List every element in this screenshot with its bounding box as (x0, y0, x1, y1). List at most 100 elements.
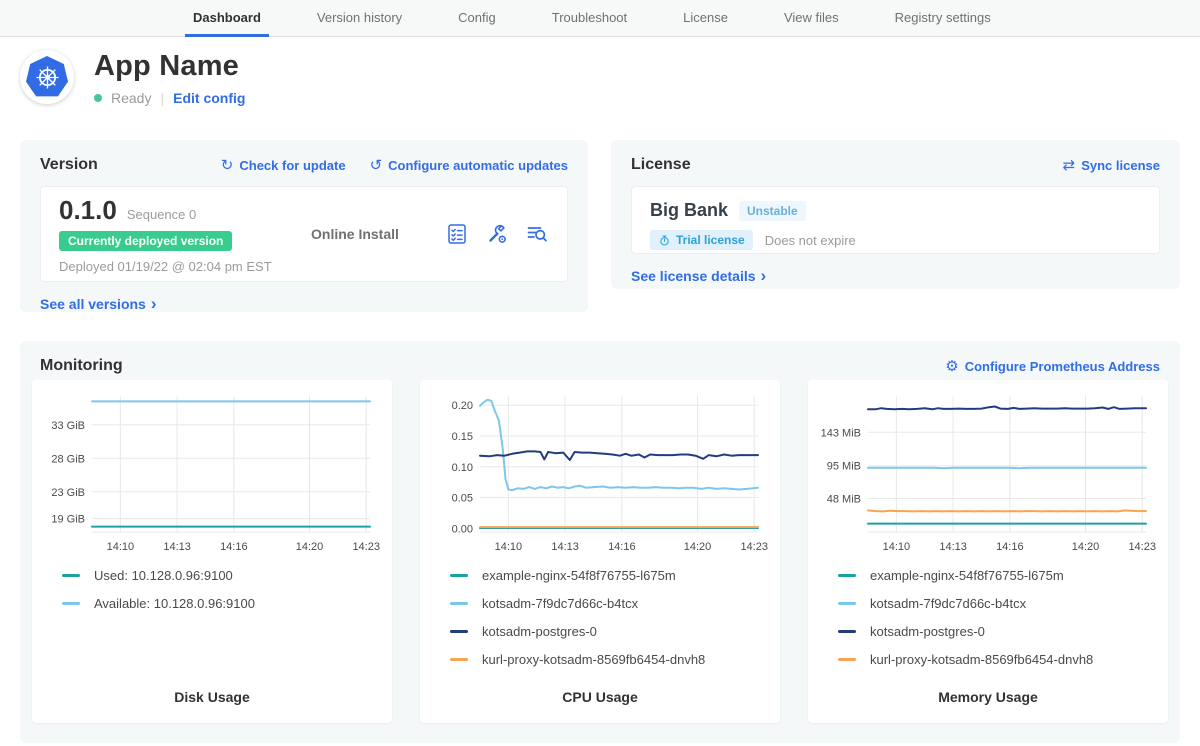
svg-text:0.00: 0.00 (452, 523, 473, 535)
svg-text:14:20: 14:20 (296, 541, 324, 553)
tab-config[interactable]: Config (458, 0, 496, 36)
svg-text:33 GiB: 33 GiB (51, 420, 85, 432)
cpu-usage-legend: example-nginx-54f8f76755-l675m kotsadm-7f… (432, 568, 768, 686)
legend-swatch (838, 630, 856, 633)
configure-prometheus-link[interactable]: ⚙ Configure Prometheus Address (945, 359, 1160, 374)
svg-text:19 GiB: 19 GiB (51, 514, 85, 526)
expiry-label: Does not expire (765, 233, 856, 248)
dashboard-page: Dashboard Version history Config Troublesho… (0, 0, 1200, 746)
view-logs-icon[interactable] (525, 222, 549, 246)
install-type-label: Online Install (311, 226, 445, 242)
legend-item: Used: 10.128.0.96:9100 (62, 568, 380, 583)
legend-item: kotsadm-7f9dc7d66c-b4tcx (838, 596, 1156, 611)
svg-text:14:23: 14:23 (740, 541, 768, 553)
legend-swatch (62, 574, 80, 577)
preflight-checks-icon[interactable] (445, 222, 469, 246)
deployed-timestamp: Deployed 01/19/22 @ 02:04 pm EST (59, 259, 311, 274)
configure-automatic-updates-link[interactable]: ↺ Configure automatic updates (370, 158, 568, 173)
svg-text:14:20: 14:20 (684, 541, 712, 553)
svg-text:23 GiB: 23 GiB (51, 487, 85, 499)
legend-label: example-nginx-54f8f76755-l675m (482, 568, 676, 583)
edit-config-link[interactable]: Edit config (173, 90, 245, 106)
check-for-update-link[interactable]: ↻ Check for update (221, 158, 346, 173)
tab-view-files[interactable]: View files (784, 0, 839, 36)
monitoring-title: Monitoring (40, 357, 123, 375)
svg-text:143 MiB: 143 MiB (821, 427, 861, 439)
see-license-details-link[interactable]: See license details › (631, 267, 766, 284)
monitoring-panel: Monitoring ⚙ Configure Prometheus Addres… (20, 341, 1180, 743)
legend-item: example-nginx-54f8f76755-l675m (838, 568, 1156, 583)
legend-item: kotsadm-7f9dc7d66c-b4tcx (450, 596, 768, 611)
tab-license[interactable]: License (683, 0, 728, 36)
cpu-usage-card: 14:1014:1314:1614:2014:230.200.150.100.0… (420, 380, 780, 723)
svg-text:14:23: 14:23 (1128, 541, 1156, 553)
legend-item: kurl-proxy-kotsadm-8569fb6454-dnvh8 (450, 652, 768, 667)
legend-swatch (62, 602, 80, 605)
status-dot (94, 94, 102, 102)
schedule-update-icon: ↺ (370, 158, 383, 173)
legend-swatch (450, 658, 468, 661)
svg-text:48 MiB: 48 MiB (827, 494, 861, 506)
app-name: App Name (94, 50, 245, 83)
svg-text:0.15: 0.15 (452, 431, 473, 443)
disk-usage-title: Disk Usage (44, 689, 380, 713)
svg-text:14:16: 14:16 (220, 541, 248, 553)
version-card-title: Version (40, 156, 98, 174)
deployed-badge: Currently deployed version (59, 231, 232, 251)
memory-usage-card: 14:1014:1314:1614:2014:23143 MiB95 MiB48… (808, 380, 1168, 723)
svg-text:14:10: 14:10 (107, 541, 135, 553)
legend-item: example-nginx-54f8f76755-l675m (450, 568, 768, 583)
tab-registry-settings[interactable]: Registry settings (895, 0, 991, 36)
legend-label: example-nginx-54f8f76755-l675m (870, 568, 1064, 583)
sync-icon: ⇄ (1063, 158, 1076, 173)
top-nav: Dashboard Version history Config Troublesho… (0, 0, 1200, 37)
legend-item: Available: 10.128.0.96:9100 (62, 596, 380, 611)
legend-swatch (838, 574, 856, 577)
license-card-title: License (631, 156, 691, 174)
legend-label: kotsadm-7f9dc7d66c-b4tcx (870, 596, 1026, 611)
svg-text:14:10: 14:10 (883, 541, 911, 553)
app-status: Ready (111, 90, 151, 106)
disk-usage-card: 14:1014:1314:1614:2014:2333 GiB28 GiB23 … (32, 380, 392, 723)
kubernetes-logo-icon (26, 56, 68, 98)
legend-label: kurl-proxy-kotsadm-8569fb6454-dnvh8 (870, 652, 1093, 667)
legend-label: kotsadm-7f9dc7d66c-b4tcx (482, 596, 638, 611)
charts-row: 14:1014:1314:1614:2014:2333 GiB28 GiB23 … (32, 380, 1168, 723)
app-header: App Name Ready | Edit config (20, 50, 245, 106)
svg-text:14:13: 14:13 (939, 541, 967, 553)
svg-text:14:16: 14:16 (996, 541, 1024, 553)
version-number: 0.1.0 (59, 195, 117, 226)
legend-item: kotsadm-postgres-0 (450, 624, 768, 639)
legend-swatch (838, 658, 856, 661)
clock-icon (658, 234, 671, 247)
tab-dashboard[interactable]: Dashboard (193, 0, 261, 36)
svg-text:0.10: 0.10 (452, 462, 473, 474)
chevron-right-icon: › (151, 295, 157, 312)
svg-text:0.05: 0.05 (452, 493, 473, 505)
disk-usage-legend: Used: 10.128.0.96:9100 Available: 10.128.… (44, 568, 380, 686)
sync-license-link[interactable]: ⇄ Sync license (1063, 158, 1160, 173)
legend-label: kotsadm-postgres-0 (482, 624, 597, 639)
legend-label: kurl-proxy-kotsadm-8569fb6454-dnvh8 (482, 652, 705, 667)
customer-name: Big Bank (650, 200, 728, 221)
see-all-versions-link[interactable]: See all versions › (40, 295, 157, 312)
tab-troubleshoot[interactable]: Troubleshoot (552, 0, 627, 36)
memory-usage-chart: 14:1014:1314:1614:2014:23143 MiB95 MiB48… (820, 388, 1156, 558)
chevron-right-icon: › (761, 267, 767, 284)
edit-config-icon[interactable] (485, 222, 509, 246)
cpu-usage-chart: 14:1014:1314:1614:2014:230.200.150.100.0… (432, 388, 768, 558)
version-card: Version ↻ Check for update ↺ Configure a… (20, 140, 588, 312)
divider: | (160, 90, 164, 106)
legend-swatch (450, 630, 468, 633)
license-card: License ⇄ Sync license Big Bank Unstable (611, 140, 1180, 289)
tab-version-history[interactable]: Version history (317, 0, 402, 36)
trial-license-badge: Trial license (650, 230, 753, 250)
legend-swatch (450, 602, 468, 605)
svg-text:0.20: 0.20 (452, 400, 473, 412)
memory-usage-title: Memory Usage (820, 689, 1156, 713)
legend-label: Used: 10.128.0.96:9100 (94, 568, 233, 583)
refresh-icon: ↻ (221, 158, 234, 173)
svg-text:14:20: 14:20 (1072, 541, 1100, 553)
svg-text:14:13: 14:13 (163, 541, 191, 553)
svg-text:14:10: 14:10 (495, 541, 523, 553)
